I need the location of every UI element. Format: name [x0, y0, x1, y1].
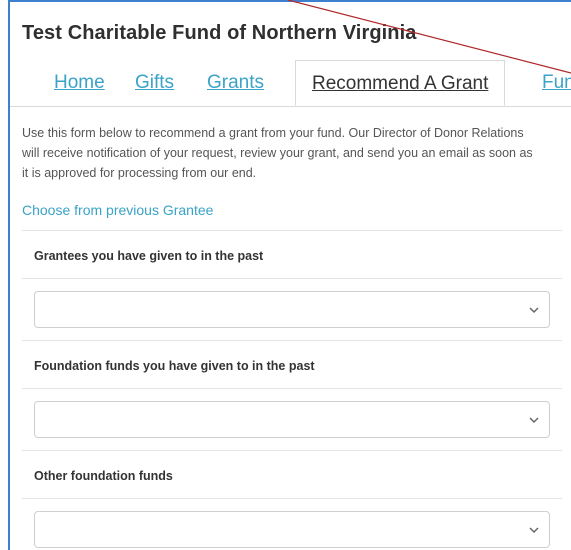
divider	[22, 388, 562, 389]
grantees-past-label: Grantees you have given to in the past	[34, 249, 264, 263]
choose-previous-grantee-link[interactable]: Choose from previous Grantee	[22, 202, 213, 218]
chevron-down-icon	[529, 527, 539, 534]
divider	[22, 450, 562, 451]
grantees-past-select[interactable]	[34, 291, 550, 328]
foundation-funds-past-label: Foundation funds you have given to in th…	[34, 359, 315, 373]
other-foundation-funds-select[interactable]	[34, 511, 550, 548]
divider	[22, 340, 562, 341]
tab-gifts[interactable]: Gifts	[135, 60, 174, 106]
tab-funds[interactable]: Fun	[542, 60, 571, 106]
tab-bar: Home Gifts Grants Recommend A Grant Fun	[10, 60, 571, 107]
divider	[22, 498, 562, 499]
other-foundation-funds-label: Other foundation funds	[34, 469, 173, 483]
fund-page-panel: Test Charitable Fund of Northern Virgini…	[8, 0, 571, 550]
divider	[22, 278, 562, 279]
divider	[22, 230, 562, 231]
chevron-down-icon	[529, 307, 539, 314]
tab-recommend-a-grant[interactable]: Recommend A Grant	[295, 60, 506, 106]
form-intro-text: Use this form below to recommend a grant…	[22, 126, 533, 180]
tab-home[interactable]: Home	[54, 60, 105, 106]
page-title: Test Charitable Fund of Northern Virgini…	[22, 22, 417, 44]
chevron-down-icon	[529, 417, 539, 424]
tab-grants[interactable]: Grants	[207, 60, 264, 106]
foundation-funds-past-select[interactable]	[34, 401, 550, 438]
